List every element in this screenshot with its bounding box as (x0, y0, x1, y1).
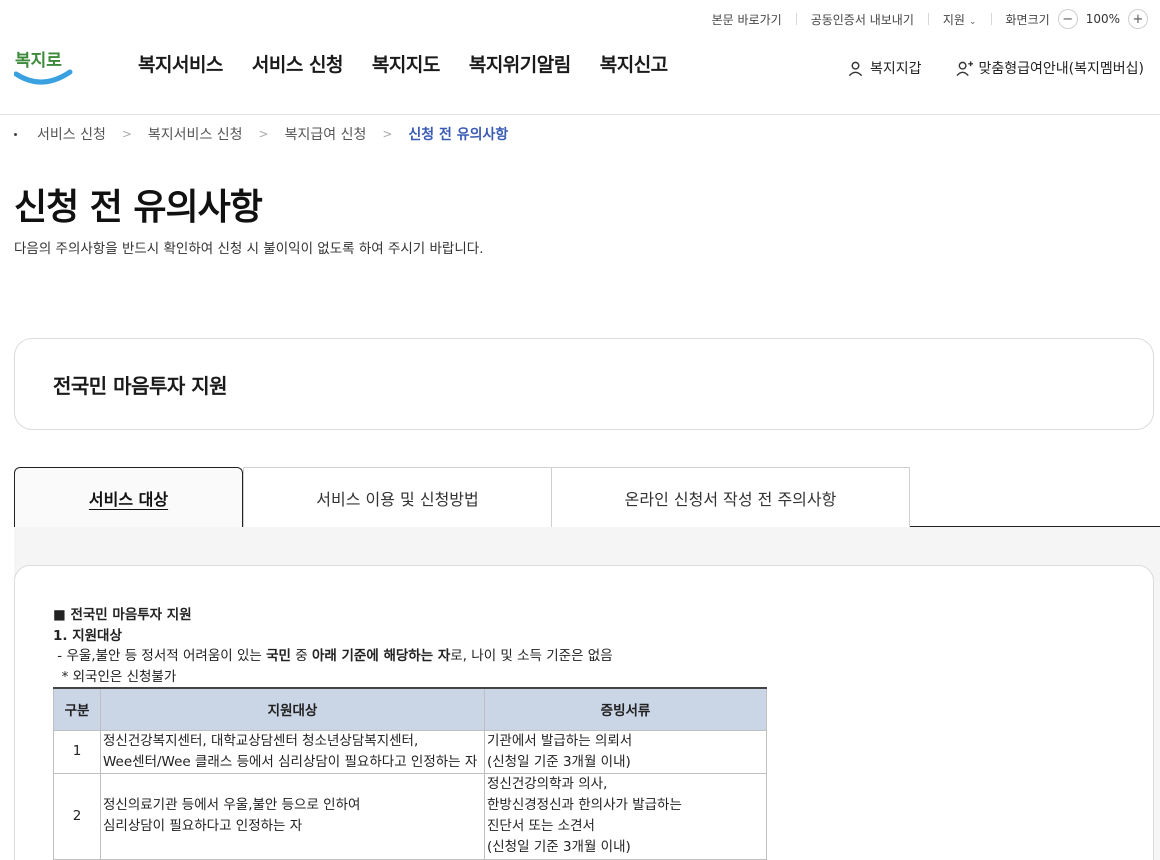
header-divider (0, 114, 1160, 115)
eligibility-emphasis: 국민 (266, 648, 291, 664)
documents-cell: 기관에서 발급하는 의뢰서 (신청일 기준 3개월 이내) (484, 729, 767, 774)
row-number: 1 (53, 729, 101, 774)
target-line: 정신의료기관 등에서 우울,불안 등으로 인하여 (103, 797, 361, 813)
screen-size-label: 화면크기 (1005, 12, 1050, 27)
page-title: 신청 전 유의사항 (14, 187, 263, 228)
chevron-right-icon: > (121, 127, 132, 141)
support-menu[interactable]: 지원 ⌄ (943, 11, 977, 28)
breadcrumb: 서비스 신청 > 복지서비스 신청 > 복지급여 신청 > 신청 전 유의사항 (14, 124, 508, 144)
service-name-box: 전국민 마음투자 지원 (14, 338, 1154, 430)
nav-welfare-services[interactable]: 복지서비스 (138, 50, 223, 77)
main-nav: 복지서비스 서비스 신청 복지지도 복지위기알림 복지신고 (138, 50, 668, 77)
target-cell: 정신의료기관 등에서 우울,불안 등으로 인하여 심리상담이 필요하다고 인정하… (100, 772, 485, 860)
table-row: 1 정신건강복지센터, 대학교상담센터 청소년상담복지센터, Wee센터/Wee… (53, 729, 767, 774)
service-name: 전국민 마음투자 지원 (53, 373, 228, 398)
page-description: 다음의 주의사항을 반드시 확인하여 신청 시 불이익이 없도록 하여 주시기 … (14, 241, 484, 257)
bokjiro-logo[interactable]: 복지로 (13, 36, 74, 90)
membership-label: 맞춤형급여안내(복지멤버십) (978, 61, 1144, 77)
divider (927, 13, 929, 25)
tab-online-form-notes[interactable]: 온라인 신청서 작성 전 주의사항 (551, 467, 910, 527)
document-line: 기관에서 발급하는 의뢰서 (487, 732, 633, 749)
breadcrumb-item[interactable]: 복지서비스 신청 (148, 124, 243, 144)
chevron-down-icon: ⌄ (968, 16, 977, 27)
tab-bar: 서비스 대상 서비스 이용 및 신청방법 온라인 신청서 작성 전 주의사항 (14, 467, 1160, 528)
section-title: 1. 지원대상 (53, 627, 122, 644)
document-line: (신청일 기준 3개월 이내) (487, 839, 631, 855)
target-cell: 정신건강복지센터, 대학교상담센터 청소년상담복지센터, Wee센터/Wee 클… (100, 729, 485, 774)
tab-service-target[interactable]: 서비스 대상 (14, 467, 243, 528)
eligibility-text: 로, 나이 및 소득 기준은 없음 (450, 648, 613, 664)
header-utility: 복지지갑 맞춤형급여안내(복지멤버십) (847, 58, 1144, 78)
utility-bar: 본문 바로가기 공동인증서 내보내기 지원 ⌄ 화면크기 − 100% + (712, 0, 1148, 38)
table-row: 2 정신의료기관 등에서 우울,불안 등으로 인하여 심리상담이 필요하다고 인… (53, 772, 767, 860)
tab-usage-and-application[interactable]: 서비스 이용 및 신청방법 (243, 467, 552, 527)
eligibility-emphasis: 아래 기준에 해당하는 자 (311, 648, 451, 664)
user-plus-icon (955, 60, 973, 76)
zoom-out-button[interactable]: − (1057, 9, 1078, 29)
breadcrumb-item[interactable]: 서비스 신청 (37, 124, 106, 144)
content-heading: ■ 전국민 마음투자 지원 (53, 607, 192, 623)
target-line: 정신건강복지센터, 대학교상담센터 청소년상담복지센터, (103, 732, 419, 749)
divider (990, 13, 992, 25)
user-icon (848, 61, 863, 76)
cert-export-link[interactable]: 공동인증서 내보내기 (811, 11, 914, 28)
nav-welfare-report[interactable]: 복지신고 (600, 50, 668, 77)
eligibility-text: - 우울,불안 등 정서적 어려움이 있는 (53, 648, 267, 664)
chevron-right-icon: > (382, 127, 393, 141)
target-line: Wee센터/Wee 클래스 등에서 심리상담이 필요하다고 인정하는 자 (103, 753, 478, 770)
skip-to-content-link[interactable]: 본문 바로가기 (712, 11, 782, 28)
eligibility-text: 중 (290, 648, 312, 664)
zoom-in-button[interactable]: + (1128, 9, 1148, 29)
nav-welfare-map[interactable]: 복지지도 (372, 50, 440, 77)
welfare-wallet-label: 복지지갑 (869, 61, 922, 77)
membership-link[interactable]: 맞춤형급여안내(복지멤버십) (955, 58, 1144, 78)
zoom-level: 100% (1085, 12, 1120, 26)
target-line: 심리상담이 필요하다고 인정하는 자 (103, 818, 303, 834)
logo-text: 복지로 (15, 51, 62, 71)
document-line: 한방신경정신과 한의사가 발급하는 (487, 797, 682, 813)
document-line: (신청일 기준 3개월 이내) (487, 753, 631, 770)
eligibility-table: 구분 지원대상 증빙서류 1 정신건강복지센터, 대학교상담센터 청소년상담복지… (53, 687, 767, 860)
logo-mark: 복지로 (13, 51, 73, 85)
content-text: ■ 전국민 마음투자 지원 1. 지원대상 - 우울,불안 등 정서적 어려움이… (53, 605, 613, 687)
breadcrumb-current: 신청 전 유의사항 (408, 127, 509, 143)
documents-cell: 정신건강의학과 의사, 한방신경정신과 한의사가 발급하는 진단서 또는 소견서… (484, 772, 767, 860)
divider (795, 13, 797, 25)
home-bullet-icon (14, 132, 17, 136)
foreigner-note: * 외국인은 신청불가 (53, 668, 177, 685)
column-header: 구분 (53, 687, 101, 731)
document-line: 진단서 또는 소견서 (487, 818, 595, 834)
chevron-right-icon: > (258, 127, 269, 141)
welfare-wallet-link[interactable]: 복지지갑 (847, 58, 922, 78)
row-number: 2 (53, 772, 101, 860)
column-header: 증빙서류 (484, 687, 767, 731)
support-label: 지원 (942, 12, 965, 27)
document-line: 정신건강의학과 의사, (487, 776, 608, 792)
table-header-row: 구분 지원대상 증빙서류 (53, 687, 767, 731)
column-header: 지원대상 (100, 687, 485, 731)
logo-swoosh (13, 69, 73, 85)
eligibility-line: - 우울,불안 등 정서적 어려움이 있는 국민 중 아래 기준에 해당하는 자… (53, 646, 613, 667)
nav-crisis-alert[interactable]: 복지위기알림 (469, 50, 571, 77)
breadcrumb-item[interactable]: 복지급여 신청 (285, 124, 367, 144)
nav-service-application[interactable]: 서비스 신청 (252, 50, 344, 77)
